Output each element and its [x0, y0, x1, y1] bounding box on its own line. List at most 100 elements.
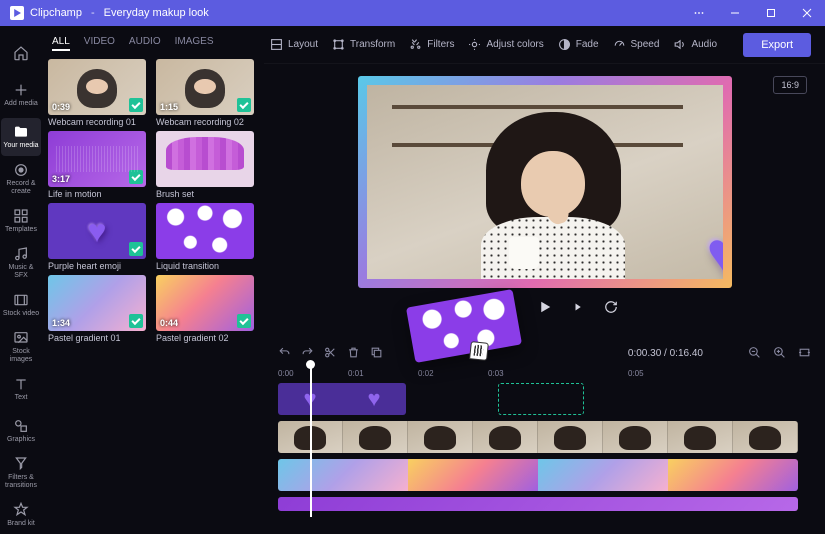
nav-your-media[interactable]: Your media — [1, 118, 41, 156]
media-title: Brush set — [156, 189, 256, 199]
media-duration: 3:17 — [52, 174, 70, 184]
nav-graphics[interactable]: Graphics — [1, 412, 41, 450]
tab-audio[interactable]: AUDIO — [129, 36, 161, 51]
media-thumbnail[interactable]: 3:17 — [48, 131, 146, 187]
check-icon — [129, 98, 143, 112]
playhead[interactable] — [310, 365, 312, 517]
clip-hearts[interactable] — [278, 383, 406, 415]
track-audio[interactable] — [278, 497, 811, 511]
check-icon — [129, 242, 143, 256]
preview-area: 16:9 ♥ — [264, 64, 825, 343]
timeline-tracks[interactable] — [278, 383, 811, 517]
clip-gradient-bg[interactable] — [278, 459, 798, 491]
timecode: 0:00.30 / 0:16.40 — [628, 348, 703, 359]
nav-stock-video[interactable]: Stock video — [1, 286, 41, 324]
media-grid: 0:39 Webcam recording 01 1:15 Webcam record… — [48, 59, 256, 343]
jump-forward-button[interactable] — [604, 300, 618, 317]
media-item[interactable]: Liquid transition — [156, 203, 256, 271]
play-button[interactable] — [536, 298, 554, 319]
media-item[interactable]: Purple heart emoji — [48, 203, 148, 271]
nav-filters-transitions[interactable]: Filters & transitions — [1, 454, 41, 492]
nav-brand-kit[interactable]: Brand kit — [1, 496, 41, 534]
tab-all[interactable]: ALL — [52, 36, 70, 51]
undo-button[interactable] — [278, 346, 291, 362]
titlebar-brand: Clipchamp - Everyday makup look — [10, 6, 209, 20]
media-thumbnail[interactable]: 1:15 — [156, 59, 254, 115]
media-item[interactable]: 1:15 Webcam recording 02 — [156, 59, 256, 127]
media-item[interactable]: 1:34 Pastel gradient 01 — [48, 275, 148, 343]
tab-video[interactable]: VIDEO — [84, 36, 115, 51]
nav-record-create[interactable]: Record & create — [1, 160, 41, 198]
media-thumbnail[interactable] — [48, 203, 146, 259]
zoom-fit-button[interactable] — [798, 346, 811, 362]
media-thumbnail[interactable]: 0:39 — [48, 59, 146, 115]
timeline-actions — [278, 346, 383, 362]
nav-templates[interactable]: Templates — [1, 202, 41, 240]
media-tabs: ALL VIDEO AUDIO IMAGES — [48, 34, 256, 59]
media-item[interactable]: Brush set — [156, 131, 256, 199]
grab-cursor-icon — [469, 341, 489, 361]
media-item[interactable]: 0:44 Pastel gradient 02 — [156, 275, 256, 343]
check-icon — [129, 314, 143, 328]
media-thumbnail[interactable] — [156, 203, 254, 259]
tool-adjust-colors[interactable]: Adjust colors — [468, 38, 543, 51]
media-title: Webcam recording 02 — [156, 117, 256, 127]
zoom-out-button[interactable] — [748, 346, 761, 362]
split-button[interactable] — [324, 346, 337, 362]
delete-button[interactable] — [347, 346, 360, 362]
project-title: Everyday makup look — [104, 7, 209, 19]
clip-audio[interactable] — [278, 497, 798, 511]
stage: Layout Transform Filters Adjust colors F… — [264, 26, 825, 523]
heart-emoji-icon: ♥ — [707, 217, 723, 279]
app-logo-icon — [10, 6, 24, 20]
media-thumbnail[interactable]: 1:34 — [48, 275, 146, 331]
maximize-button[interactable] — [753, 0, 789, 26]
tool-transform[interactable]: Transform — [332, 38, 395, 51]
check-icon — [237, 98, 251, 112]
timeline-zoom — [748, 346, 811, 362]
media-title: Purple heart emoji — [48, 261, 148, 271]
zoom-in-button[interactable] — [773, 346, 786, 362]
check-icon — [129, 170, 143, 184]
nav-rail: Add media Your media Record & create Tem… — [0, 26, 42, 523]
media-title: Webcam recording 01 — [48, 117, 148, 127]
titlebar: Clipchamp - Everyday makup look — [0, 0, 825, 26]
media-title: Pastel gradient 02 — [156, 333, 256, 343]
close-button[interactable] — [789, 0, 825, 26]
tool-audio[interactable]: Audio — [673, 38, 717, 51]
minimize-button[interactable] — [717, 0, 753, 26]
timeline-ruler[interactable]: 0:00 0:01 0:02 0:03 0:05 — [278, 369, 811, 383]
clip-toolbar: Layout Transform Filters Adjust colors F… — [264, 26, 825, 64]
nav-music-sfx[interactable]: Music & SFX — [1, 244, 41, 282]
duplicate-button[interactable] — [370, 346, 383, 362]
track-overlay[interactable] — [278, 383, 811, 415]
timeline: 0:00.30 / 0:16.40 0:00 0:01 0:02 0:03 0:… — [264, 343, 825, 523]
clip-main-video[interactable] — [278, 421, 798, 453]
nav-add-media[interactable]: Add media — [1, 76, 41, 114]
tab-images[interactable]: IMAGES — [175, 36, 214, 51]
media-title: Liquid transition — [156, 261, 256, 271]
media-duration: 1:15 — [160, 102, 178, 112]
media-item[interactable]: 0:39 Webcam recording 01 — [48, 59, 148, 127]
tool-fade[interactable]: Fade — [558, 38, 599, 51]
track-video[interactable] — [278, 421, 811, 453]
media-title: Life in motion — [48, 189, 148, 199]
tool-layout[interactable]: Layout — [270, 38, 318, 51]
export-button[interactable]: Export — [743, 33, 811, 57]
nav-stock-images[interactable]: Stock images — [1, 328, 41, 366]
more-button[interactable] — [681, 0, 717, 26]
next-frame-button[interactable] — [572, 300, 586, 317]
media-item[interactable]: 3:17 Life in motion — [48, 131, 148, 199]
aspect-ratio-badge[interactable]: 16:9 — [773, 76, 807, 94]
media-panel: ALL VIDEO AUDIO IMAGES 0:39 Webcam record… — [42, 26, 264, 523]
preview-frame[interactable]: ♥ — [358, 76, 732, 288]
nav-text[interactable]: Text — [1, 370, 41, 408]
track-background[interactable] — [278, 459, 811, 491]
drop-target[interactable] — [498, 383, 584, 415]
media-title: Pastel gradient 01 — [48, 333, 148, 343]
media-thumbnail[interactable]: 0:44 — [156, 275, 254, 331]
tool-filters[interactable]: Filters — [409, 38, 454, 51]
nav-home[interactable] — [1, 34, 41, 72]
tool-speed[interactable]: Speed — [613, 38, 660, 51]
media-thumbnail[interactable] — [156, 131, 254, 187]
